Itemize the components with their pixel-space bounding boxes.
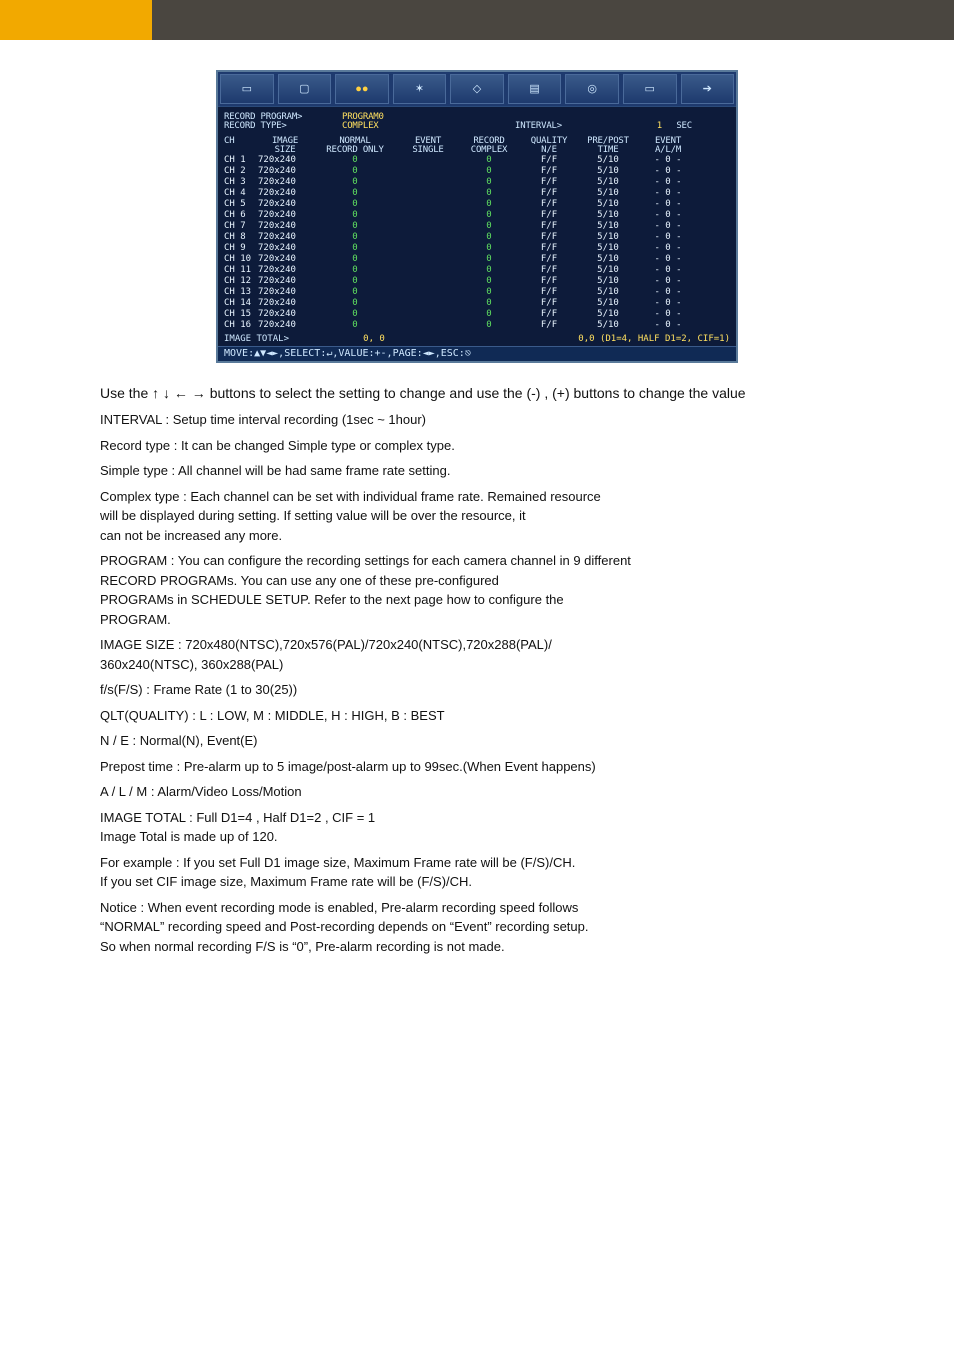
table-row: CH 10720x24000F/F5/10- 0 - <box>224 254 730 265</box>
screens-icon: ▭ <box>220 74 274 104</box>
record-type-label: RECORD TYPE> <box>224 122 342 131</box>
program-label: PROGRAM <box>100 553 171 568</box>
table-row: CH 4720x24000F/F5/10- 0 - <box>224 188 730 199</box>
header-accent <box>0 0 152 40</box>
alm-text: : Alarm/Video Loss/Motion <box>151 784 302 799</box>
example-text2: If you set CIF image size, Maximum Frame… <box>100 874 472 889</box>
page-header <box>0 0 954 40</box>
imagetotal-text2: Image Total is made up of 120. <box>100 829 278 844</box>
notice-text3: So when normal recording F/S is “0”, Pre… <box>100 939 505 954</box>
imagetotal-label: IMAGE TOTAL <box>100 810 185 825</box>
example-label: For example <box>100 855 172 870</box>
prepost-label: Prepost time <box>100 759 173 774</box>
hdr-ch: CH <box>224 137 258 146</box>
interval-unit: SEC <box>662 122 692 131</box>
table-row: CH 6720x24000F/F5/10- 0 - <box>224 210 730 221</box>
help-bar: MOVE:▲▼◄►,SELECT:↵,VALUE:+-,PAGE:◄►,ESC:… <box>218 346 736 361</box>
record-type-label-text: Record type <box>100 438 170 453</box>
notice-label: Notice <box>100 900 137 915</box>
image-size-text2: 360x240(NTSC), 360x288(PAL) <box>100 657 283 672</box>
imagetotal-text: : Full D1=4 , Half D1=2 , CIF = 1 <box>189 810 375 825</box>
fps-text: : Frame Rate (1 to 30(25)) <box>146 682 297 697</box>
notice-text2: “NORMAL” recording speed and Post-record… <box>100 919 588 934</box>
image-size-label: IMAGE SIZE <box>100 637 178 652</box>
simple-type-label: Simple type <box>100 463 168 478</box>
arrow-icons: ↑ ↓ ← → <box>152 385 206 401</box>
table-row: CH 8720x24000F/F5/10- 0 - <box>224 232 730 243</box>
table-row: CH 9720x24000F/F5/10- 0 - <box>224 243 730 254</box>
quality-text: : L : LOW, M : MIDDLE, H : HIGH, B : BES… <box>192 708 444 723</box>
interval-value: 1 <box>562 122 662 131</box>
table-row: CH 11720x24000F/F5/10- 0 - <box>224 265 730 276</box>
table-row: CH 12720x24000F/F5/10- 0 - <box>224 276 730 287</box>
image-total-left: 0, 0 <box>314 335 434 344</box>
record-type-value: COMPLEX <box>342 122 422 131</box>
table-row: CH 15720x24000F/F5/10- 0 - <box>224 309 730 320</box>
alm-label: A / L / M <box>100 784 147 799</box>
table-row: CH 13720x24000F/F5/10- 0 - <box>224 287 730 298</box>
program-text2: RECORD PROGRAMs. You can use any one of … <box>100 573 499 588</box>
header-bar <box>152 0 954 40</box>
hdr-alm: A/L/M <box>638 146 698 155</box>
hdr-single: SINGLE <box>398 146 458 155</box>
complex-type-label: Complex type <box>100 489 179 504</box>
ne-label: N / E <box>100 733 129 748</box>
image-size-text: : 720x480(NTSC),720x576(PAL)/720x240(NTS… <box>178 637 552 652</box>
channel-table: CH 1720x24000F/F5/10- 0 -CH 2720x24000F/… <box>224 155 730 331</box>
hdr-complex: COMPLEX <box>458 146 520 155</box>
ne-text: : Normal(N), Event(E) <box>133 733 258 748</box>
monitor-icon: ▭ <box>623 74 677 104</box>
interval-label: INTERVAL> <box>422 122 562 131</box>
table-row: CH 14720x24000F/F5/10- 0 - <box>224 298 730 309</box>
interval-label-text: INTERVAL <box>100 412 166 427</box>
complex-type-text3: can not be increased any more. <box>100 528 282 543</box>
display-icon: ▢ <box>278 74 332 104</box>
image-total-label: IMAGE TOTAL> <box>224 335 314 344</box>
program-text3: PROGRAMs in SCHEDULE SETUP. Refer to the… <box>100 592 564 607</box>
hdr-ne: N/E <box>520 146 578 155</box>
example-text: : If you set Full D1 image size, Maximum… <box>176 855 575 870</box>
complex-type-text: : Each channel can be set with individua… <box>183 489 601 504</box>
simple-type-text: : All channel will be had same frame rat… <box>172 463 451 478</box>
body-text: Use the ↑ ↓ ← → buttons to select the se… <box>100 383 854 956</box>
table-row: CH 5720x24000F/F5/10- 0 - <box>224 199 730 210</box>
table-row: CH 16720x24000F/F5/10- 0 - <box>224 320 730 331</box>
table-row: CH 7720x24000F/F5/10- 0 - <box>224 221 730 232</box>
p1-post: buttons to select the setting to change … <box>210 385 746 401</box>
settings-icon: ✶ <box>393 74 447 104</box>
p1-pre: Use the <box>100 385 152 401</box>
table-row: CH 1720x24000F/F5/10- 0 - <box>224 155 730 166</box>
table-row: CH 2720x24000F/F5/10- 0 - <box>224 166 730 177</box>
dvr-screenshot: ▭ ▢ ●● ✶ ◇ ▤ ◎ ▭ ➔ RECORD PROGRAM> PROGR… <box>216 70 738 363</box>
fps-label: f/s(F/S) <box>100 682 146 697</box>
hdr-time: TIME <box>578 146 638 155</box>
layout-icon: ▤ <box>508 74 562 104</box>
interval-text: : Setup time interval recording (1sec ~ … <box>166 412 427 427</box>
record-icon: ●● <box>335 74 389 104</box>
program-text: : You can configure the recording settin… <box>171 553 631 568</box>
hdr-recordonly: RECORD ONLY <box>312 146 398 155</box>
hdr-size: SIZE <box>258 146 312 155</box>
record-type-text: : It can be changed Simple type or compl… <box>174 438 455 453</box>
ptz-icon: ◇ <box>450 74 504 104</box>
dvr-toolbar: ▭ ▢ ●● ✶ ◇ ▤ ◎ ▭ ➔ <box>218 72 736 107</box>
complex-type-text2: will be displayed during setting. If set… <box>100 508 526 523</box>
prepost-text: : Pre-alarm up to 5 image/post-alarm up … <box>177 759 596 774</box>
program-text4: PROGRAM. <box>100 612 171 627</box>
exit-icon: ➔ <box>681 74 735 104</box>
quality-label: QLT(QUALITY) <box>100 708 192 723</box>
notice-text: : When event recording mode is enabled, … <box>140 900 578 915</box>
table-row: CH 3720x24000F/F5/10- 0 - <box>224 177 730 188</box>
target-icon: ◎ <box>565 74 619 104</box>
image-total-right: 0,0 (D1=4, HALF D1=2, CIF=1) <box>434 335 730 344</box>
